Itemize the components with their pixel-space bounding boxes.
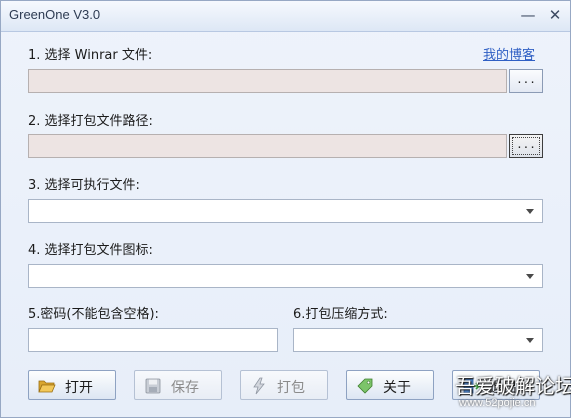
pack-button[interactable]: 打包 [240, 370, 328, 400]
pack-path-field [28, 134, 507, 158]
save-button[interactable]: 保存 [134, 370, 222, 400]
winrar-label: 1. 选择 Winrar 文件: [28, 48, 153, 63]
exec-select[interactable] [28, 199, 543, 223]
folder-open-icon [38, 380, 56, 393]
about-button-label: 关于 [383, 380, 411, 396]
lightning-icon [253, 377, 265, 395]
winrar-path-field [28, 69, 507, 93]
pack-button-label: 打包 [277, 380, 305, 396]
open-button[interactable]: 打开 [28, 370, 116, 400]
blog-link[interactable]: 我的博客 [483, 44, 535, 63]
password-field[interactable] [28, 328, 278, 352]
floppy-disk-icon [145, 378, 161, 394]
password-label: 5.密码(不能包含空格): [28, 307, 159, 322]
tag-icon [357, 378, 373, 394]
winrar-browse-button[interactable]: ... [509, 69, 543, 93]
open-button-label: 打开 [65, 380, 93, 396]
chevron-down-icon [526, 209, 534, 214]
pack-path-label: 2. 选择打包文件路径: [28, 114, 153, 129]
app-window: GreenOne V3.0 — ✕ 1. 选择 Winrar 文件: 我的博客 … [0, 0, 571, 418]
exit-button[interactable]: 退出 [452, 370, 540, 400]
title-bar[interactable]: GreenOne V3.0 — ✕ [1, 1, 570, 32]
compress-label: 6.打包压缩方式: [293, 307, 388, 322]
close-button[interactable]: ✕ [544, 4, 566, 26]
save-button-label: 保存 [171, 380, 199, 396]
icon-select[interactable] [28, 264, 543, 288]
window-title: GreenOne V3.0 [9, 7, 101, 22]
minimize-button[interactable]: — [517, 4, 539, 26]
compress-select[interactable] [293, 328, 543, 352]
chevron-down-icon [526, 338, 534, 343]
exit-button-label: 退出 [489, 380, 517, 396]
icon-label: 4. 选择打包文件图标: [28, 243, 153, 258]
pack-path-browse-button[interactable]: ... [509, 134, 543, 158]
exit-door-icon [463, 378, 480, 394]
exec-label: 3. 选择可执行文件: [28, 178, 140, 193]
chevron-down-icon [526, 274, 534, 279]
about-button[interactable]: 关于 [346, 370, 434, 400]
